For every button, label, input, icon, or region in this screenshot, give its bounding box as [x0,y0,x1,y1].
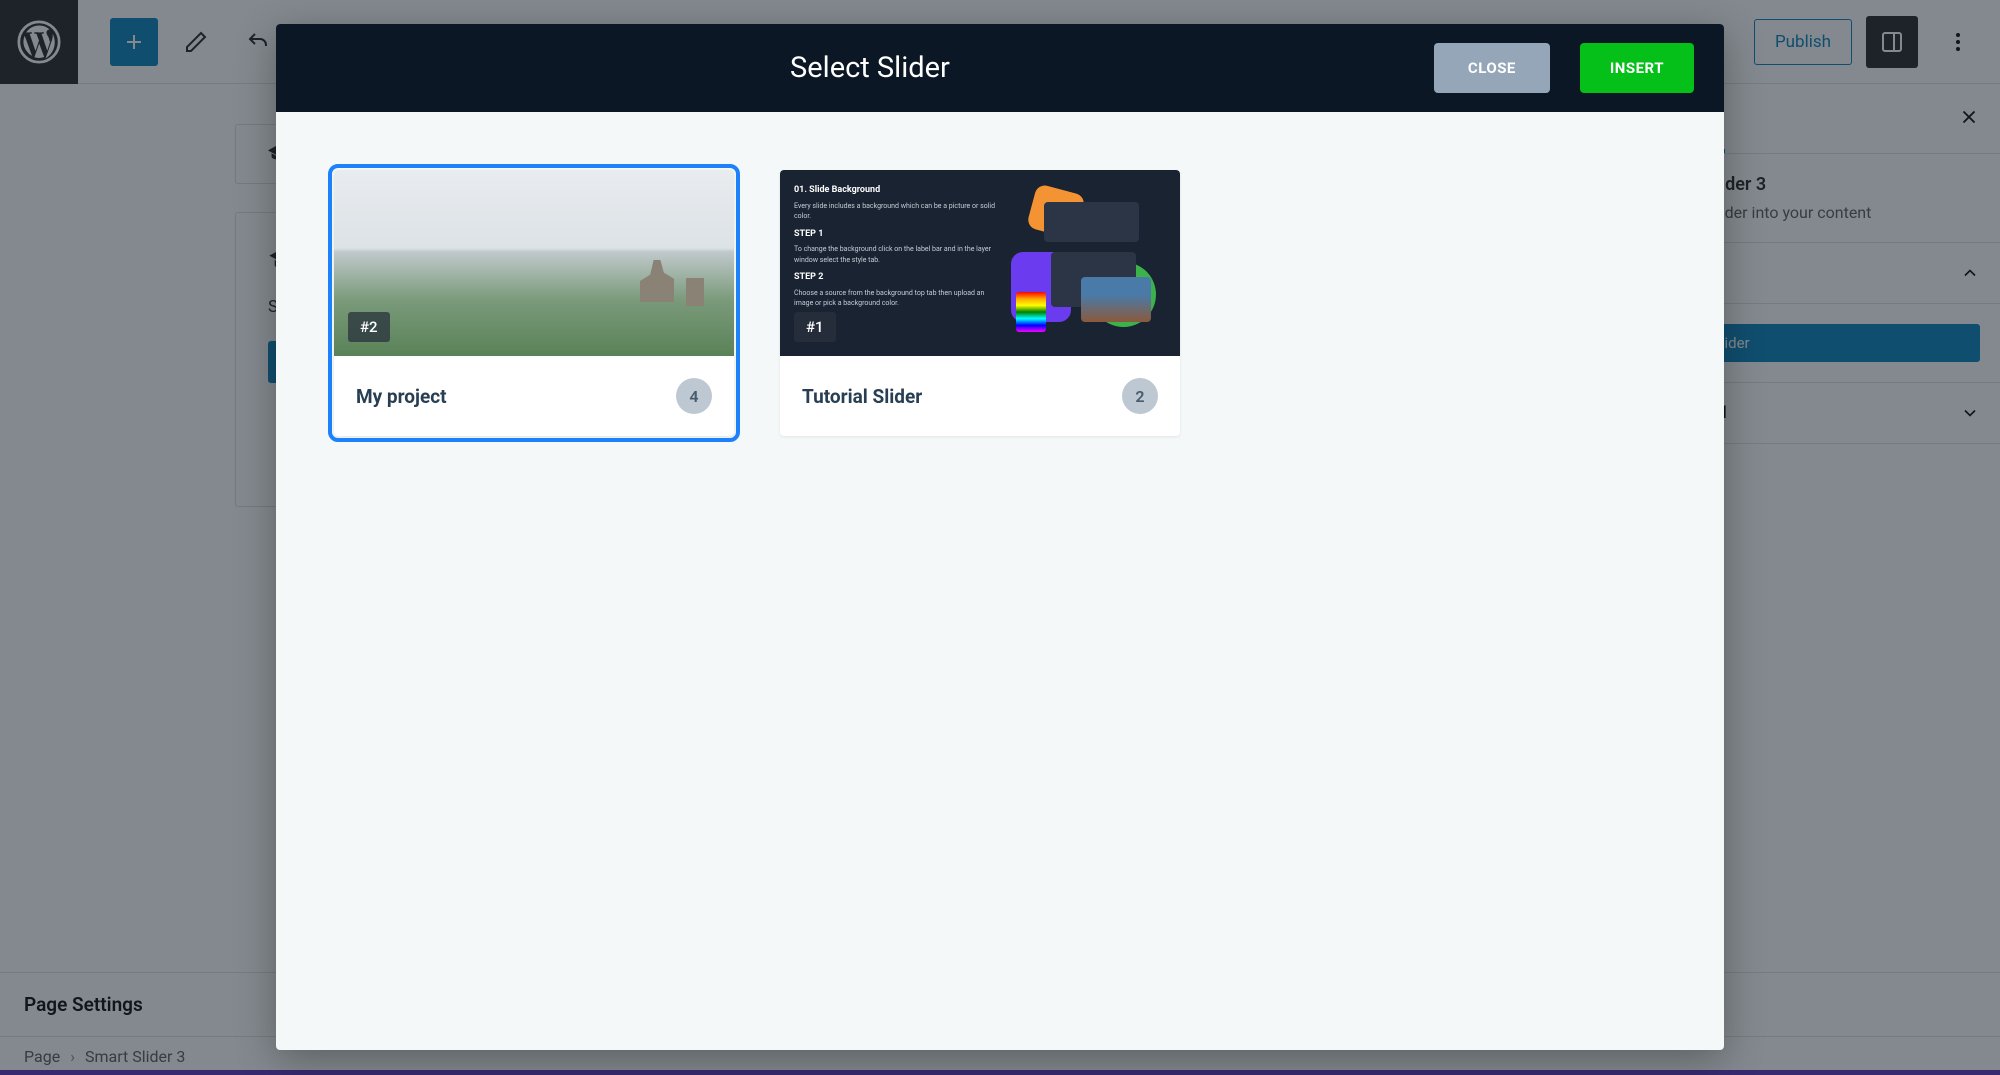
modal-overlay[interactable]: Select Slider CLOSE INSERT #2 My project… [0,0,2000,1075]
slider-slide-count: 2 [1122,378,1158,414]
slider-slide-count: 4 [676,378,712,414]
slider-card-my-project[interactable]: #2 My project 4 [334,170,734,436]
close-button[interactable]: CLOSE [1434,43,1550,93]
modal-title: Select Slider [306,51,1434,85]
select-slider-modal: Select Slider CLOSE INSERT #2 My project… [276,24,1724,1050]
slider-card-tutorial[interactable]: 01. Slide Background Every slide include… [780,170,1180,436]
slider-name: My project [356,385,447,408]
insert-button[interactable]: INSERT [1580,43,1694,93]
slider-name: Tutorial Slider [802,385,922,408]
slider-id-badge: #2 [348,312,390,342]
slider-id-badge: #1 [794,312,836,342]
